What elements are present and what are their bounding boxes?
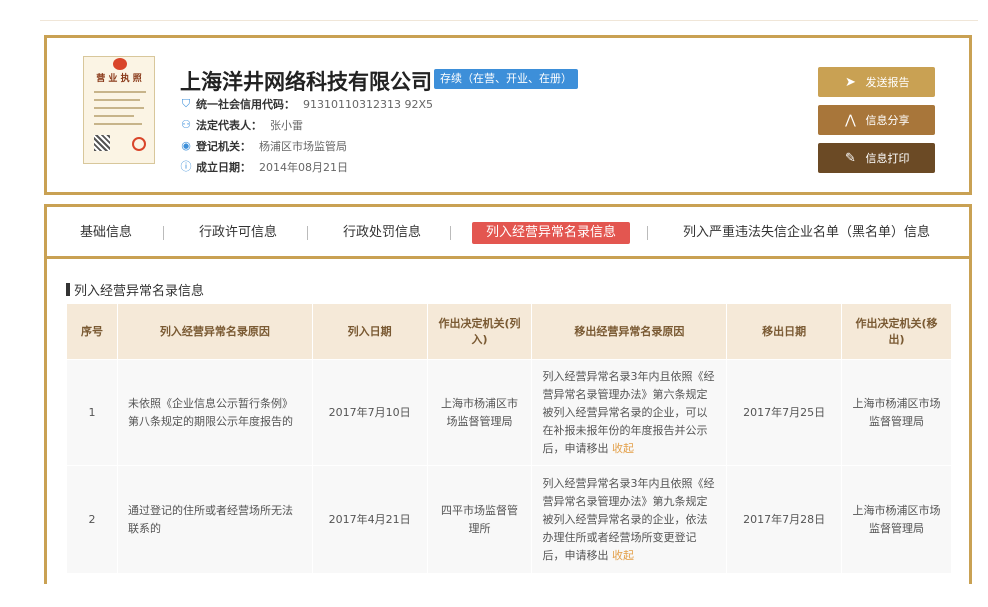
status-badge: 存续（在营、开业、在册）: [434, 69, 578, 89]
column-header: 列入经营异常名录原因: [116, 303, 313, 360]
column-header: 作出决定机关(列入): [426, 303, 533, 360]
listing-date: 2017年7月10日: [311, 359, 428, 466]
listing-authority: 四平市场监督管理所: [426, 465, 533, 574]
established-date-value: 2014年08月21日: [259, 161, 348, 174]
table-row: 1 未依照《企业信息公示暂行条例》第八条规定的期限公示年度报告的 2017年7月…: [66, 359, 952, 466]
person-icon: ⚇: [181, 118, 191, 131]
column-header: 序号: [66, 303, 118, 360]
license-text-line: [94, 91, 146, 93]
top-divider: [40, 20, 978, 21]
company-header-card: 营 业 执 照 上海洋井网络科技有限公司 存续（在营、开业、在册） ⛉ 统一社会…: [44, 35, 972, 195]
tab-admin-license[interactable]: 行政许可信息: [199, 222, 277, 244]
removal-authority: 上海市杨浦区市场监督管理局: [841, 359, 952, 466]
license-image-title: 营 业 执 照: [96, 74, 142, 84]
removal-date: 2017年7月28日: [726, 465, 843, 574]
column-header: 移出经营异常名录原因: [531, 303, 728, 360]
send-report-label: 发送报告: [865, 76, 910, 89]
removal-date: 2017年7月25日: [726, 359, 843, 466]
removal-authority: 上海市杨浦区市场监督管理局: [841, 465, 952, 574]
section-bar-icon: [66, 283, 70, 296]
table-row: 2 通过登记的住所或者经营场所无法联系的 2017年4月21日 四平市场监督管理…: [66, 465, 952, 574]
credit-code-row: ⛉ 统一社会信用代码： 91310110312313 92X5: [180, 96, 433, 112]
listing-date: 2017年4月21日: [311, 465, 428, 574]
business-license-image[interactable]: 营 业 执 照: [83, 56, 155, 164]
legal-rep-label: 法定代表人：: [196, 119, 262, 132]
tab-basic-info[interactable]: 基础信息: [80, 222, 132, 244]
tab-bar: 基础信息 行政许可信息 行政处罚信息 列入经营异常名录信息 列入严重违法失信企业…: [47, 207, 969, 259]
tab-separator: [163, 226, 164, 240]
registration-authority-value: 杨浦区市场监管局: [259, 140, 347, 153]
removal-reason-cell: 列入经营异常名录3年内且依照《经营异常名录管理办法》第九条规定被列入经营异常名录…: [531, 465, 728, 574]
registration-authority-label: 登记机关：: [196, 140, 251, 153]
collapse-link[interactable]: 收起: [612, 442, 634, 455]
send-icon: ➤: [845, 74, 856, 90]
legal-rep-row: ⚇ 法定代表人： 张小雷: [180, 117, 303, 133]
official-seal-icon: [132, 137, 146, 151]
legal-rep-value: 张小雷: [270, 119, 303, 132]
share-info-label: 信息分享: [865, 114, 910, 127]
section-title: 列入经营异常名录信息: [66, 280, 204, 299]
print-icon: ✎: [845, 150, 856, 166]
send-report-button[interactable]: ➤ 发送报告: [818, 67, 935, 97]
listing-reason: 未依照《企业信息公示暂行条例》第八条规定的期限公示年度报告的: [116, 359, 313, 466]
location-icon: ◉: [181, 139, 191, 152]
shield-icon: ⛉: [181, 97, 191, 110]
info-icon: ⓘ: [180, 160, 192, 173]
registration-authority-row: ◉ 登记机关： 杨浦区市场监管局: [180, 138, 347, 154]
main-panel: 基础信息 行政许可信息 行政处罚信息 列入经营异常名录信息 列入严重违法失信企业…: [44, 204, 972, 584]
share-info-button[interactable]: ⋀ 信息分享: [818, 105, 935, 135]
collapse-link[interactable]: 收起: [612, 549, 634, 562]
print-info-label: 信息打印: [865, 152, 910, 165]
column-header: 移出日期: [726, 303, 843, 360]
listing-authority: 上海市杨浦区市场监督管理局: [426, 359, 533, 466]
license-text-line: [94, 123, 142, 125]
credit-code-value: 91310110312313 92X5: [303, 97, 434, 111]
removal-reason-cell: 列入经营异常名录3年内且依照《经营异常名录管理办法》第六条规定被列入经营异常名录…: [531, 359, 728, 466]
tab-separator: [450, 226, 451, 240]
national-emblem-icon: [113, 58, 127, 70]
tab-admin-penalty[interactable]: 行政处罚信息: [343, 222, 421, 244]
column-header: 作出决定机关(移出): [841, 303, 952, 360]
qr-code-icon: [94, 135, 110, 151]
established-date-row: ⓘ 成立日期： 2014年08月21日: [180, 159, 349, 175]
table-header-row: 序号 列入经营异常名录原因 列入日期 作出决定机关(列入) 移出经营异常名录原因…: [66, 303, 952, 360]
tab-separator: [307, 226, 308, 240]
abnormal-records-table: 序号 列入经营异常名录原因 列入日期 作出决定机关(列入) 移出经营异常名录原因…: [66, 303, 952, 574]
print-info-button[interactable]: ✎ 信息打印: [818, 143, 935, 173]
column-header: 列入日期: [311, 303, 428, 360]
tab-abnormal-operation[interactable]: 列入经营异常名录信息: [472, 222, 631, 244]
share-icon: ⋀: [845, 112, 856, 128]
tab-blacklist[interactable]: 列入严重违法失信企业名单（黑名单）信息: [683, 222, 930, 244]
row-number: 2: [66, 465, 118, 574]
license-text-line: [94, 107, 144, 109]
row-number: 1: [66, 359, 118, 466]
listing-reason: 通过登记的住所或者经营场所无法联系的: [116, 465, 313, 574]
company-name: 上海洋井网络科技有限公司: [180, 70, 432, 94]
section-title-text: 列入经营异常名录信息: [74, 284, 205, 299]
license-text-line: [94, 99, 140, 101]
tab-separator: [647, 226, 648, 240]
license-text-line: [94, 115, 134, 117]
credit-code-label: 统一社会信用代码：: [196, 98, 295, 111]
established-date-label: 成立日期：: [196, 161, 251, 174]
